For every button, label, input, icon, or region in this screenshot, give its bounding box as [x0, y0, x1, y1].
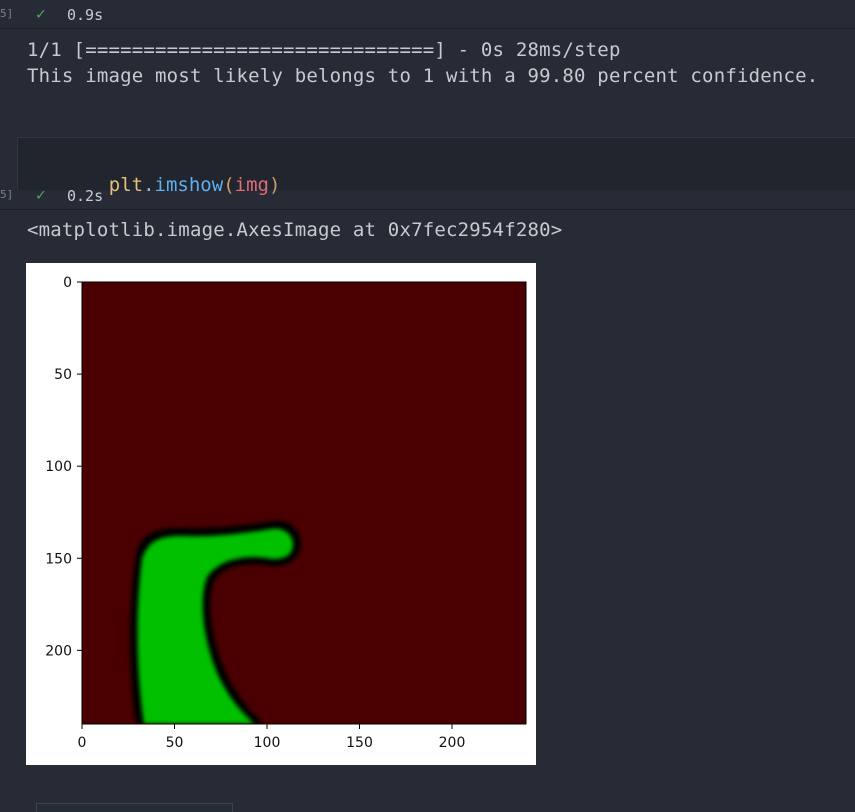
y-axis: 0 50 100 150 200	[45, 275, 82, 659]
execution-count: 5]	[0, 7, 14, 20]
x-axis: 0 50 100 150 200	[78, 724, 466, 751]
x-tick-label: 50	[166, 735, 184, 751]
execution-count: 5]	[0, 188, 14, 201]
y-tick-label: 50	[54, 367, 72, 383]
execution-time: 0.9s	[67, 6, 104, 24]
cell-1-status-bar: 5] ✓ 0.9s	[0, 0, 855, 29]
y-tick-label: 0	[63, 275, 72, 291]
imshow-plot: 0 50 100 150 200 0 50 100 150 200	[45, 275, 527, 751]
x-tick-label: 200	[439, 735, 466, 751]
check-icon: ✓	[36, 4, 46, 23]
x-tick-label: 0	[78, 735, 87, 751]
x-tick-label: 150	[346, 735, 373, 751]
cell-2-status-bar: 5] ✓ 0.2s	[0, 181, 855, 210]
output-progress-line: 1/1 [==============================] - 0…	[27, 39, 621, 61]
y-tick-label: 100	[45, 459, 72, 475]
check-icon: ✓	[36, 185, 46, 204]
y-tick-label: 200	[45, 643, 72, 659]
y-tick-label: 150	[45, 551, 72, 567]
output-repr-line: <matplotlib.image.AxesImage at 0x7fec295…	[27, 219, 563, 241]
imshow-figure: 0 50 100 150 200 0 50 100 150 200	[26, 263, 536, 765]
execution-time: 0.2s	[67, 187, 104, 205]
output-prediction-line: This image most likely belongs to 1 with…	[27, 65, 819, 87]
x-tick-label: 100	[254, 735, 281, 751]
